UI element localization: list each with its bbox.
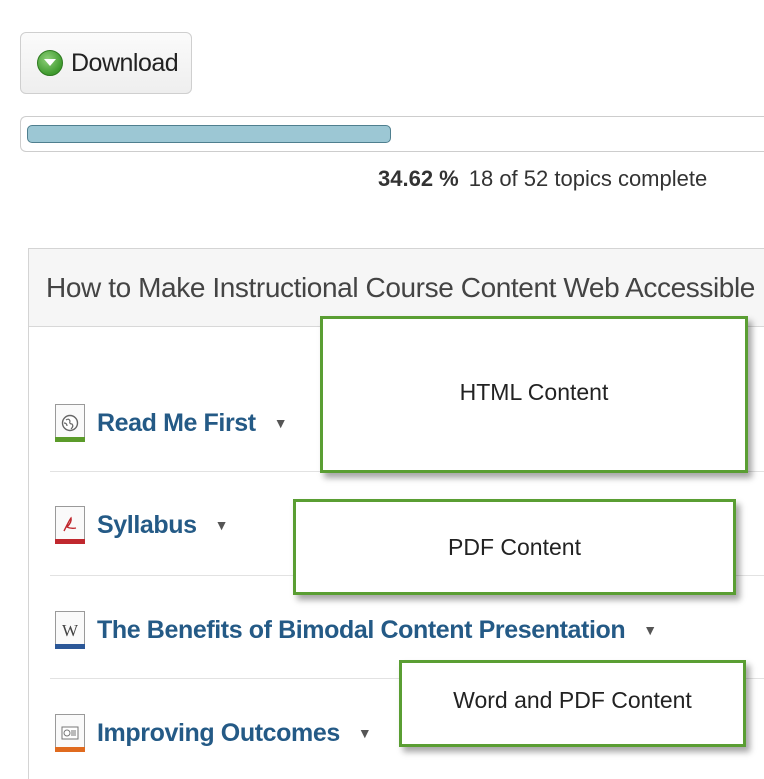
topic-benefits-bimodal[interactable]: W The Benefits of Bimodal Content Presen… — [55, 611, 657, 649]
download-icon — [37, 50, 63, 76]
topic-type-bar — [55, 437, 85, 442]
callout-label: HTML Content — [459, 379, 609, 405]
topic-syllabus[interactable]: Syllabus ▼ — [55, 506, 228, 544]
topic-improving-outcomes[interactable]: Improving Outcomes ▼ — [55, 714, 372, 752]
topic-type-bar — [55, 539, 85, 544]
topic-type-bar — [55, 644, 85, 649]
topic-title[interactable]: Read Me First — [97, 409, 256, 438]
topic-title[interactable]: Syllabus — [97, 511, 197, 540]
presentation-document-icon — [55, 714, 85, 752]
progress-topics-complete: 18 of 52 topics complete — [468, 166, 708, 191]
chevron-down-icon[interactable]: ▼ — [215, 517, 229, 533]
topic-title[interactable]: The Benefits of Bimodal Content Presenta… — [97, 616, 626, 645]
chevron-down-icon[interactable]: ▼ — [358, 725, 372, 741]
progress-bar-fill — [27, 125, 391, 143]
callout-label: Word and PDF Content — [453, 687, 692, 713]
callout-pdf-content: PDF Content — [293, 499, 736, 595]
module-title: How to Make Instructional Course Content… — [46, 271, 755, 303]
callout-html-content: HTML Content — [320, 316, 748, 473]
progress-summary: 34.62 % 18 of 52 topics complete — [378, 166, 707, 192]
callout-label: PDF Content — [448, 533, 581, 560]
download-button[interactable]: Download — [20, 32, 192, 94]
topic-read-me-first[interactable]: Read Me First ▼ — [55, 404, 288, 442]
pdf-document-icon — [55, 506, 85, 544]
chevron-down-icon[interactable]: ▼ — [643, 622, 657, 638]
progress-bar — [20, 116, 764, 152]
download-label: Download — [71, 48, 179, 77]
word-document-icon: W — [55, 611, 85, 649]
html-document-icon — [55, 404, 85, 442]
callout-word-pdf-content: Word and PDF Content — [399, 660, 746, 747]
chevron-down-icon[interactable]: ▼ — [274, 415, 288, 431]
topic-type-bar — [55, 747, 85, 752]
topic-title[interactable]: Improving Outcomes — [97, 719, 340, 748]
svg-text:W: W — [62, 621, 79, 639]
progress-percent: 34.62 % — [378, 166, 459, 191]
